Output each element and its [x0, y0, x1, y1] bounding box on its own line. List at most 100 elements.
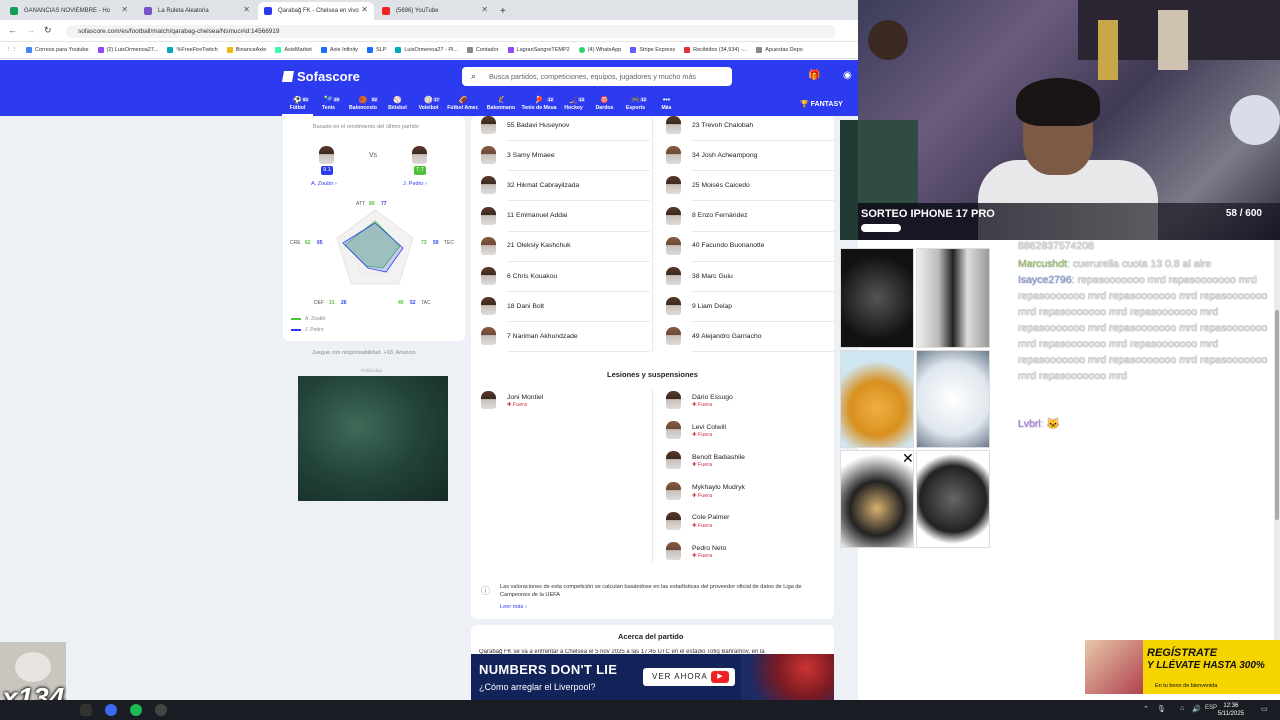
liverpool-ad-banner[interactable]: NUMBERS DON'T LIE ¿Cómo arreglar el Live… — [471, 654, 834, 700]
bookmark[interactable]: Apuestas Depo — [756, 47, 803, 53]
close-ad-icon[interactable]: ✕ — [902, 450, 914, 467]
tray-chevron-icon[interactable]: ⌃ — [1143, 705, 1149, 713]
apps-icon[interactable]: ⋮⋮ — [6, 47, 17, 53]
player1-link[interactable]: A. Zoubir › — [311, 181, 337, 187]
language-indicator[interactable]: ESP — [1205, 705, 1217, 711]
forward-icon[interactable]: → — [26, 25, 35, 35]
bookmark[interactable]: LagranSangreTEMP2 — [507, 47, 570, 53]
back-icon[interactable]: ← — [8, 25, 17, 35]
bookmark[interactable]: BinanceAxie — [226, 47, 266, 53]
product-watch[interactable] — [840, 248, 914, 348]
sport-tab-baseball[interactable]: ⚾ Béisbol — [382, 96, 413, 116]
injured-player-row[interactable]: Pedro Neto ✚ Fuera — [666, 542, 726, 560]
bookmark[interactable]: AxieMarket — [275, 47, 312, 53]
bookmark[interactable]: LuisOrmenoa27 - Pl... — [395, 47, 458, 53]
wifi-icon[interactable]: ⌂ — [1180, 705, 1184, 712]
player-row[interactable]: 3 Samy Mmaee — [481, 146, 555, 165]
volume-icon[interactable]: 🔊 — [1192, 705, 1201, 713]
player-row[interactable]: 6 Chris Kouakou — [481, 267, 557, 285]
product-socks[interactable] — [916, 248, 990, 348]
player-row[interactable]: 18 Dani Bolt — [481, 297, 544, 316]
injured-player-row[interactable]: Levi Colwill ✚ Fuera — [666, 421, 726, 440]
close-icon[interactable]: ✕ — [481, 5, 488, 14]
browser-tab[interactable]: GANANCIAS NOVIEMBRE - Ho ✕ — [4, 2, 134, 20]
sport-tab-basketball[interactable]: 🏀 52 Baloncesto — [344, 96, 382, 116]
browser-tab-active[interactable]: Qarabağ FK - Chelsea en vivo ✕ — [258, 2, 374, 20]
player-name: Benoît Badiashile — [692, 453, 745, 461]
product-toys[interactable] — [840, 350, 914, 448]
sport-tab-table-tennis[interactable]: 🏓 12 Tenis de Mesa — [520, 96, 558, 116]
notification-icon[interactable]: ▭ — [1261, 705, 1268, 713]
bookmark[interactable]: SLP — [366, 47, 386, 53]
sport-tab-handball[interactable]: 🤾 Balonmano — [482, 96, 520, 116]
chat-scrollbar[interactable] — [1274, 240, 1280, 640]
player-row[interactable]: 11 Emmanuel Addai — [481, 206, 567, 225]
sport-tab-darts[interactable]: 🎯 Dardos — [589, 96, 620, 116]
product-smartwatch[interactable] — [916, 450, 990, 548]
browser-tabstrip: GANANCIAS NOVIEMBRE - Ho ✕ La Ruleta Ale… — [0, 0, 858, 20]
bookmark[interactable]: Stripe Express — [630, 47, 675, 53]
row-divider — [507, 291, 650, 292]
sport-tab-hockey[interactable]: 🏒 13 Hockey — [558, 96, 589, 116]
player-row[interactable]: 49 Alejandro Garnacho — [666, 327, 762, 346]
close-icon[interactable]: ✕ — [361, 5, 368, 14]
player-row[interactable]: 55 Badavi Huseynov — [481, 116, 569, 134]
handball-icon: 🤾 — [496, 97, 506, 104]
bookmark[interactable]: Correos para Youtube — [26, 47, 89, 53]
mic-icon[interactable]: 🎙 — [1157, 705, 1166, 713]
bookmark[interactable]: Recibidos (34,934) -... — [684, 47, 747, 53]
spotify-icon[interactable] — [130, 704, 142, 716]
player-row[interactable]: 21 Oleksiy Kashchuk — [481, 236, 570, 255]
betting-promo[interactable]: REGÍSTRATE Y LLÉVATE HASTA 300% En tu bo… — [1085, 640, 1280, 694]
bookmark[interactable]: Axie Infinity — [320, 47, 358, 53]
new-tab-button[interactable]: + — [496, 2, 516, 20]
darts-icon: 🎯 — [600, 97, 609, 104]
page-content: Basado en el rendimiento del último part… — [0, 116, 858, 701]
bookmark[interactable]: (2) LuisOrmenoa27... — [97, 47, 158, 53]
injured-player-row[interactable]: Dário Essugo ✚ Fuera — [666, 391, 733, 409]
player-name: 7 Nariman Akhundzade — [507, 332, 578, 340]
url-field[interactable]: sofascore.com/es/football/match/qarabag-… — [66, 25, 836, 38]
gift-icon[interactable]: 🎁 — [808, 70, 820, 81]
sport-tab-american-football[interactable]: 🏈 Fútbol Amer. — [444, 96, 482, 116]
clock[interactable]: 12:36 5/11/2025 — [1218, 702, 1244, 718]
injured-player-row[interactable]: Benoît Badiashile ✚ Fuera — [666, 451, 745, 470]
sport-tab-esports[interactable]: 🎮 12 Esports — [620, 96, 651, 116]
player-row[interactable]: 34 Josh Acheampong — [666, 146, 757, 165]
browser-tab[interactable]: (5696) YouTube ✕ — [376, 2, 494, 20]
product-sneakers[interactable] — [916, 350, 990, 448]
chrome-icon[interactable] — [105, 704, 117, 716]
sofascore-logo[interactable]: Sofascore — [282, 69, 360, 84]
player-row[interactable]: 25 Moisés Caicedo — [666, 176, 750, 195]
player2-link[interactable]: J. Pedro › — [403, 181, 427, 187]
injured-player-row[interactable]: Cole Palmer ✚ Fuera — [666, 511, 729, 530]
injured-player-row[interactable]: Joni Montiel ✚ Fuera — [481, 391, 543, 409]
player-row[interactable]: 38 Marc Guiu — [666, 267, 733, 285]
player-row[interactable]: 9 Liam Delap — [666, 297, 732, 316]
player-row[interactable]: 40 Facundo Buonanotte — [666, 236, 765, 255]
bookmark[interactable]: %FreeFireTwitch — [167, 47, 218, 53]
user-icon[interactable]: ◉ — [843, 70, 852, 81]
ad-headline: NUMBERS DON'T LIE — [479, 662, 618, 677]
close-icon[interactable]: ✕ — [243, 5, 250, 14]
search-input[interactable]: ⌕ Busca partidos, competiciones, equipos… — [462, 67, 732, 86]
player-row[interactable]: 7 Nariman Akhundzade — [481, 327, 578, 346]
obs-icon[interactable] — [155, 704, 167, 716]
bookmark[interactable]: Contador — [466, 47, 499, 53]
read-more-link[interactable]: Leer más › — [500, 604, 527, 610]
browser-tab[interactable]: La Ruleta Aleatoria ✕ — [138, 2, 256, 20]
player-row[interactable]: 23 Trevoh Chalobah — [666, 116, 753, 134]
app-icon[interactable] — [80, 704, 92, 716]
sport-tab-football[interactable]: ⚽ 62 Fútbol — [282, 96, 313, 116]
bookmark[interactable]: (4) WhatsApp — [578, 47, 621, 53]
sport-tab-tennis[interactable]: 🎾 29 Tenis — [313, 96, 344, 116]
reload-icon[interactable]: ↻ — [44, 25, 52, 36]
close-icon[interactable]: ✕ — [121, 5, 128, 14]
sport-tab-more[interactable]: ••• Más — [651, 96, 682, 116]
sport-tab-volleyball[interactable]: 🏐 17 Voleibol — [413, 96, 444, 116]
injured-player-row[interactable]: Mykhaylo Mudryk ✚ Fuera — [666, 481, 745, 500]
advertisement-image[interactable] — [298, 376, 448, 501]
player-row[interactable]: 8 Enzo Fernández — [666, 206, 748, 225]
player-row[interactable]: 32 Hikmat Cabrayilzada — [481, 176, 579, 195]
fantasy-link[interactable]: 🏆 FANTASY — [800, 100, 843, 108]
